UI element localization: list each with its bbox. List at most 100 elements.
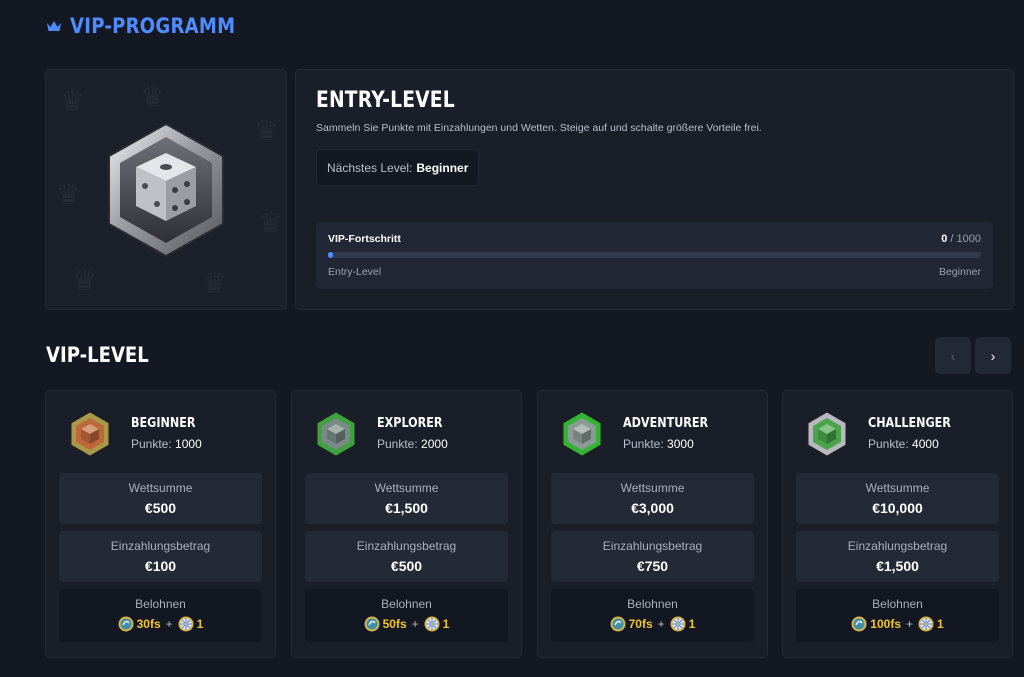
deposit-box: Einzahlungsbetrag €1,500 xyxy=(796,531,999,582)
level-name: BEGINNER xyxy=(131,416,196,431)
current-level-title: ENTRY-LEVEL xyxy=(316,88,455,113)
level-points: Punkte: 4000 xyxy=(868,437,939,451)
vip-level-card: BEGINNER Punkte: 1000 Wettsumme €500 Ein… xyxy=(45,390,276,658)
reward-label: Belohnen xyxy=(135,597,186,611)
reward-box: Belohnen 70fs + 1 xyxy=(551,589,754,642)
background-crown-icon: ♛ xyxy=(60,85,86,116)
next-level-label: Nächstes Level: xyxy=(327,160,413,175)
level-points: Punkte: 2000 xyxy=(377,437,448,451)
background-crown-icon: ♛ xyxy=(254,115,280,146)
progress-to-level: Beginner xyxy=(938,266,981,278)
plus-sign: + xyxy=(657,617,665,631)
background-crown-icon: ♛ xyxy=(140,81,166,112)
points-label: Punkte: xyxy=(868,437,909,451)
wager-label: Wettsumme xyxy=(128,481,193,495)
background-crown-icon: ♛ xyxy=(258,207,284,238)
deposit-value: €750 xyxy=(636,558,669,574)
deposit-value: €1,500 xyxy=(876,558,919,574)
wager-box: Wettsumme €3,000 xyxy=(551,473,754,524)
background-crown-icon: ♛ xyxy=(72,265,98,296)
previous-button[interactable]: ‹ xyxy=(935,337,971,374)
reward-values: 50fs + 1 xyxy=(305,616,508,632)
reward-label: Belohnen xyxy=(872,597,923,611)
plus-sign: + xyxy=(906,617,914,631)
crown-icon xyxy=(47,21,61,31)
current-level-description: Sammeln Sie Punkte mit Einzahlungen und … xyxy=(316,122,762,134)
level-points: Punkte: 1000 xyxy=(131,437,202,451)
next-button[interactable]: › xyxy=(975,337,1011,374)
freespin-coin-icon xyxy=(610,616,626,632)
chevron-left-icon: ‹ xyxy=(950,347,956,364)
wager-label: Wettsumme xyxy=(374,481,439,495)
current-level-badge-panel: ♛ ♛ ♛ ♛ ♛ ♛ ♛ xyxy=(45,69,287,310)
reward-values: 70fs + 1 xyxy=(551,616,754,632)
wheel-value: 1 xyxy=(442,617,450,631)
chevron-right-icon: › xyxy=(990,347,996,364)
vip-level-card: CHALLENGER Punkte: 4000 Wettsumme €10,00… xyxy=(782,390,1013,658)
freespins-value: 30fs xyxy=(136,617,161,631)
wheel-value: 1 xyxy=(688,617,696,631)
wheel-icon xyxy=(424,616,440,632)
points-label: Punkte: xyxy=(623,437,664,451)
vip-level-card: ADVENTURER Punkte: 3000 Wettsumme €3,000… xyxy=(537,390,768,658)
deposit-label: Einzahlungsbetrag xyxy=(356,539,457,553)
reward-values: 30fs + 1 xyxy=(59,616,262,632)
current-level-info-panel: ENTRY-LEVEL Sammeln Sie Punkte mit Einza… xyxy=(295,69,1014,310)
deposit-box: Einzahlungsbetrag €750 xyxy=(551,531,754,582)
points-value: 3000 xyxy=(667,437,694,451)
progress-from-level: Entry-Level xyxy=(328,266,382,278)
progress-bar xyxy=(328,252,981,258)
vip-progress-box: VIP-Fortschritt 0 / 1000 Entry-Level Beg… xyxy=(316,222,993,289)
page-header: VIP-PROGRAMM xyxy=(46,14,262,38)
level-points: Punkte: 3000 xyxy=(623,437,694,451)
wheel-icon xyxy=(178,616,194,632)
wheel-value: 1 xyxy=(196,617,204,631)
reward-box: Belohnen 30fs + 1 xyxy=(59,589,262,642)
reward-label: Belohnen xyxy=(627,597,678,611)
wheel-icon xyxy=(918,616,934,632)
deposit-label: Einzahlungsbetrag xyxy=(110,539,211,553)
progress-label: VIP-Fortschritt xyxy=(328,233,401,245)
dice-badge-icon xyxy=(108,122,224,258)
plus-sign: + xyxy=(165,617,173,631)
level-badge-icon xyxy=(70,411,110,457)
progress-separator: / xyxy=(947,233,957,245)
next-level-box: Nächstes Level: Beginner xyxy=(316,149,480,186)
wager-value: €3,000 xyxy=(631,500,674,516)
points-value: 2000 xyxy=(421,437,448,451)
plus-sign: + xyxy=(411,617,419,631)
reward-box: Belohnen 50fs + 1 xyxy=(305,589,508,642)
wager-label: Wettsumme xyxy=(620,481,685,495)
reward-box: Belohnen 100fs + 1 xyxy=(796,589,999,642)
wager-value: €500 xyxy=(144,500,177,516)
wager-box: Wettsumme €1,500 xyxy=(305,473,508,524)
wager-value: €1,500 xyxy=(385,500,428,516)
points-value: 1000 xyxy=(175,437,202,451)
wheel-icon xyxy=(670,616,686,632)
deposit-box: Einzahlungsbetrag €500 xyxy=(305,531,508,582)
reward-label: Belohnen xyxy=(381,597,432,611)
reward-values: 100fs + 1 xyxy=(796,616,999,632)
progress-total: 1000 xyxy=(956,233,981,245)
points-label: Punkte: xyxy=(131,437,172,451)
background-crown-icon: ♛ xyxy=(202,267,228,298)
deposit-label: Einzahlungsbetrag xyxy=(602,539,703,553)
freespins-value: 50fs xyxy=(382,617,407,631)
wheel-value: 1 xyxy=(937,617,944,631)
level-badge-icon xyxy=(316,411,356,457)
deposit-value: €500 xyxy=(390,558,423,574)
deposit-value: €100 xyxy=(144,558,177,574)
vip-levels-heading: VIP-LEVEL xyxy=(46,343,149,367)
freespin-coin-icon xyxy=(851,616,867,632)
freespins-value: 100fs xyxy=(870,617,901,631)
background-crown-icon: ♛ xyxy=(56,179,82,210)
deposit-box: Einzahlungsbetrag €100 xyxy=(59,531,262,582)
page-title: VIP-PROGRAMM xyxy=(70,14,236,38)
progress-bar-fill xyxy=(328,252,333,258)
freespin-coin-icon xyxy=(118,616,134,632)
level-badge-icon xyxy=(807,411,847,457)
wager-box: Wettsumme €500 xyxy=(59,473,262,524)
freespins-value: 70fs xyxy=(628,617,653,631)
level-name: EXPLORER xyxy=(377,416,443,431)
freespin-coin-icon xyxy=(364,616,380,632)
